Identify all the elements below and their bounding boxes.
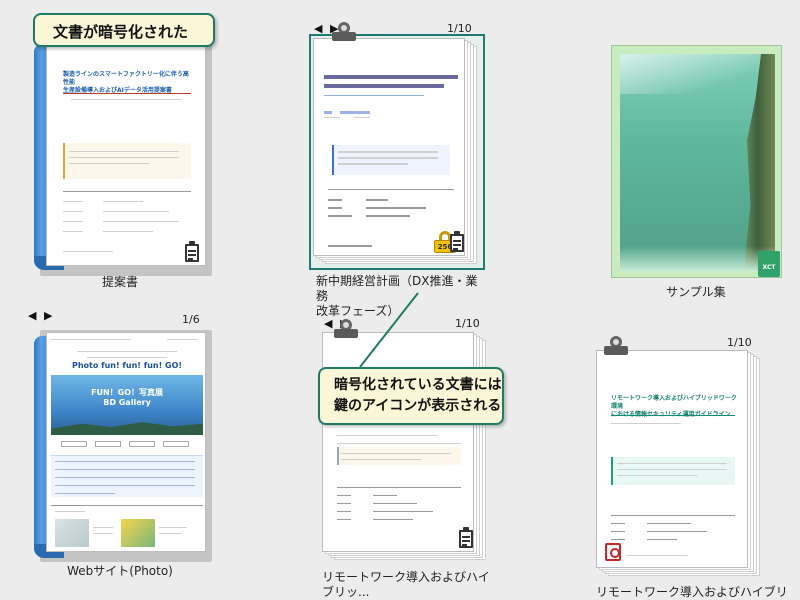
midterm-title-line [324,75,458,79]
paper-clip-icon [332,22,356,44]
doc-caption-remote1: リモートワーク導入およびハイブリッ... [322,570,490,599]
document-grid: 製造ラインのスマートファクトリー化に伴う高性能 生産設備導入およびAIデータ活用… [0,0,800,600]
doc-caption-remote2: リモートワーク導入およびハイブリッ... [596,585,788,599]
website-nav-button [61,441,87,447]
remote2-page-number: 1/10 [727,336,752,349]
website-nav-button [95,441,121,447]
doc-item-midterm[interactable]: 256 [309,34,485,270]
lock-icon-callout: 暗号化されている文書には 鍵のアイコンが表示される [318,367,504,425]
xct-file-icon: XCT [758,251,780,277]
website-nav-button [163,441,189,447]
website-hero-image: FUN！GO！写真展 BD Gallery [51,375,203,435]
lock-icon-callout-line2: 鍵のアイコンが表示される [334,398,502,414]
doc-caption-midterm: 新中期経営計画（DX推進・業務 改革フェーズ） [316,274,486,319]
remote2-summary-box [611,457,735,485]
sample-thumbnail [611,45,782,278]
remote2-thumbnail: リモートワーク導入およびハイブリッドワーク環境 における情報セキュリティ運用ガイ… [596,350,748,568]
pdf-icon [605,543,621,561]
doc-caption-midterm-line1: 新中期経営計画（DX推進・業務 [316,274,478,303]
document-icon [459,527,473,548]
midterm-thumbnail: 256 [313,38,465,256]
proposal-thumbnail: 製造ラインのスマートファクトリー化に伴う高性能 生産設備導入およびAIデータ活用… [46,44,206,266]
doc-item-sample[interactable]: XCT [611,45,782,278]
midterm-summary-box [332,145,450,175]
website-headline: Photo fun! fun! fun! GO! [71,361,183,370]
doc-item-proposal[interactable]: 製造ラインのスマートファクトリー化に伴う高性能 生産設備導入およびAIデータ活用… [28,30,213,276]
website-thumbnail: Photo fun! fun! fun! GO! FUN！GO！写真展 BD G… [46,332,206,552]
website-hero-title: FUN！GO！写真展 [90,388,164,397]
remote1-page-number: 1/10 [455,317,480,330]
website-nav-button [129,441,155,447]
proposal-summary-box [63,143,191,179]
proposal-title-rule [63,93,191,94]
document-icon [185,241,203,262]
lock-icon-callout-line1: 暗号化されている文書には [334,377,502,393]
encrypted-callout: 文書が暗号化された [33,13,215,47]
paper-clip-icon [334,319,358,341]
doc-caption-sample: サンプル集 [666,285,726,299]
website-photo-2 [121,519,155,547]
doc-caption-proposal: 提案書 [101,275,138,289]
doc-item-remote2[interactable]: リモートワーク導入およびハイブリッドワーク環境 における情報セキュリティ運用ガイ… [596,350,762,578]
paper-clip-icon [604,336,628,358]
website-photo-1 [55,519,89,547]
encrypted-callout-text: 文書が暗号化された [53,23,189,41]
doc-caption-website: Webサイト(Photo) [67,564,173,578]
document-icon [450,231,464,252]
proposal-subtitle-line [71,99,181,100]
proposal-doc-title: 製造ラインのスマートファクトリー化に伴う高性能 生産設備導入およびAIデータ活用… [63,71,189,94]
remote1-thumbnail [322,332,474,552]
website-hero-subtitle: BD Gallery [103,398,151,407]
website-nav-arrows[interactable]: ◀ ▶ [28,309,54,322]
doc-item-website[interactable]: Photo fun! fun! fun! GO! FUN！GO！写真展 BD G… [28,322,213,562]
